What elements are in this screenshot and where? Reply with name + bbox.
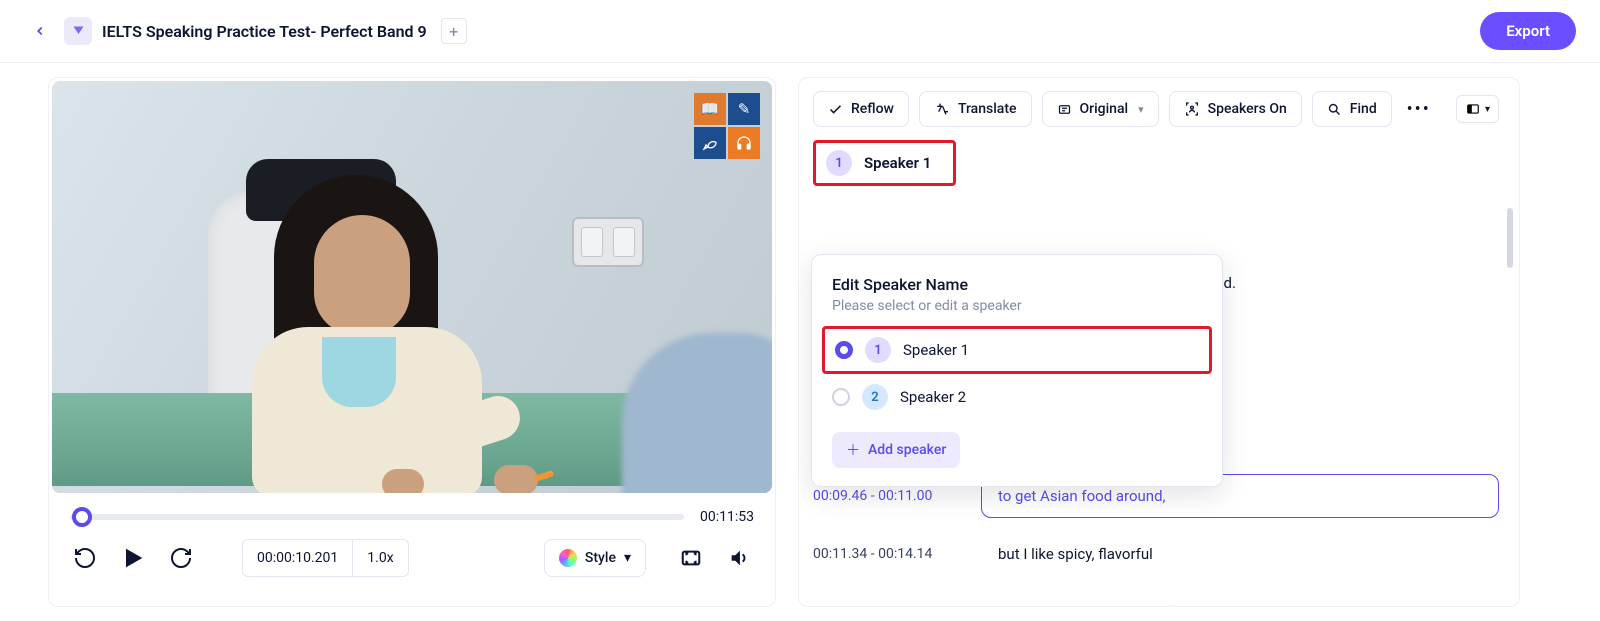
- chat-icon: [694, 127, 726, 159]
- style-button[interactable]: Style ▾: [544, 539, 646, 577]
- page-title: IELTS Speaking Practice Test- Perfect Ba…: [102, 22, 427, 41]
- video-panel: 📖 ✎ 00:11:53 00:00:10.201 1.0x: [48, 77, 776, 607]
- radio-unselected[interactable]: [832, 388, 850, 406]
- video-frame[interactable]: 📖 ✎: [52, 81, 772, 493]
- headphones-icon: [728, 127, 760, 159]
- rewind-button[interactable]: [70, 543, 100, 573]
- color-wheel-icon: [559, 549, 577, 567]
- timestamp: 00:11.34 - 00:14.14: [813, 546, 965, 562]
- original-button[interactable]: Original ▾: [1042, 91, 1159, 127]
- more-button[interactable]: •••: [1402, 90, 1436, 128]
- pen-icon: ✎: [728, 93, 760, 125]
- chevron-down-icon: ▾: [1485, 104, 1490, 115]
- add-tab-button[interactable]: +: [441, 18, 467, 44]
- speed-value[interactable]: 1.0x: [353, 540, 407, 576]
- chevron-down-icon: ▾: [624, 550, 631, 566]
- popover-title: Edit Speaker Name: [812, 275, 1222, 294]
- edit-speaker-popover: Edit Speaker Name Please select or edit …: [811, 254, 1223, 487]
- transcript-line[interactable]: 00:14.14 - 00:16.66 and just generally sa…: [813, 590, 1499, 607]
- speaker-name: Speaker 1: [864, 154, 931, 172]
- speaker-option-1[interactable]: 1 Speaker 1: [822, 326, 1212, 374]
- export-button[interactable]: Export: [1480, 12, 1576, 50]
- add-speaker-button[interactable]: ＋ Add speaker: [832, 432, 960, 468]
- plus-icon: ＋: [846, 440, 860, 460]
- translate-button[interactable]: Translate: [919, 91, 1032, 127]
- back-button[interactable]: [24, 15, 56, 47]
- transcript-panel: Reflow Translate Original ▾ Speakers On …: [798, 77, 1520, 607]
- scrollbar[interactable]: [1507, 208, 1513, 268]
- speakers-button[interactable]: Speakers On: [1169, 91, 1302, 127]
- timecode-box[interactable]: 00:00:10.201 1.0x: [242, 539, 409, 577]
- speaker-tag[interactable]: 1 Speaker 1: [813, 140, 956, 186]
- timestamp: 00:14.14 - 00:16.66: [813, 604, 965, 607]
- speaker-badge: 1: [826, 150, 852, 176]
- chevron-down-icon: ▾: [1138, 103, 1144, 116]
- timecode-value[interactable]: 00:00:10.201: [243, 540, 353, 576]
- overlay-badges: 📖 ✎: [694, 93, 760, 159]
- timestamp: 00:09.46 - 00:11.00: [813, 488, 965, 504]
- find-button[interactable]: Find: [1312, 91, 1392, 127]
- layout-toggle[interactable]: ▾: [1456, 95, 1499, 123]
- document-icon: [64, 17, 92, 45]
- transcript-text[interactable]: and just generally savory food.: [981, 590, 1499, 607]
- fullscreen-button[interactable]: [676, 543, 706, 573]
- play-button[interactable]: [116, 541, 150, 575]
- reflow-button[interactable]: Reflow: [813, 91, 909, 127]
- transcript-line[interactable]: 00:11.34 - 00:14.14 but I like spicy, fla…: [813, 532, 1499, 576]
- speaker-option-2[interactable]: 2 Speaker 2: [812, 374, 1222, 420]
- seek-bar[interactable]: [70, 514, 684, 520]
- radio-selected[interactable]: [835, 341, 853, 359]
- forward-button[interactable]: [166, 543, 196, 573]
- duration-label: 00:11:53: [700, 509, 754, 525]
- popover-subtitle: Please select or edit a speaker: [812, 294, 1222, 326]
- transcript-text[interactable]: but I like spicy, flavorful: [981, 532, 1499, 576]
- seek-knob[interactable]: [72, 507, 92, 527]
- volume-button[interactable]: [724, 543, 754, 573]
- book-icon: 📖: [694, 93, 726, 125]
